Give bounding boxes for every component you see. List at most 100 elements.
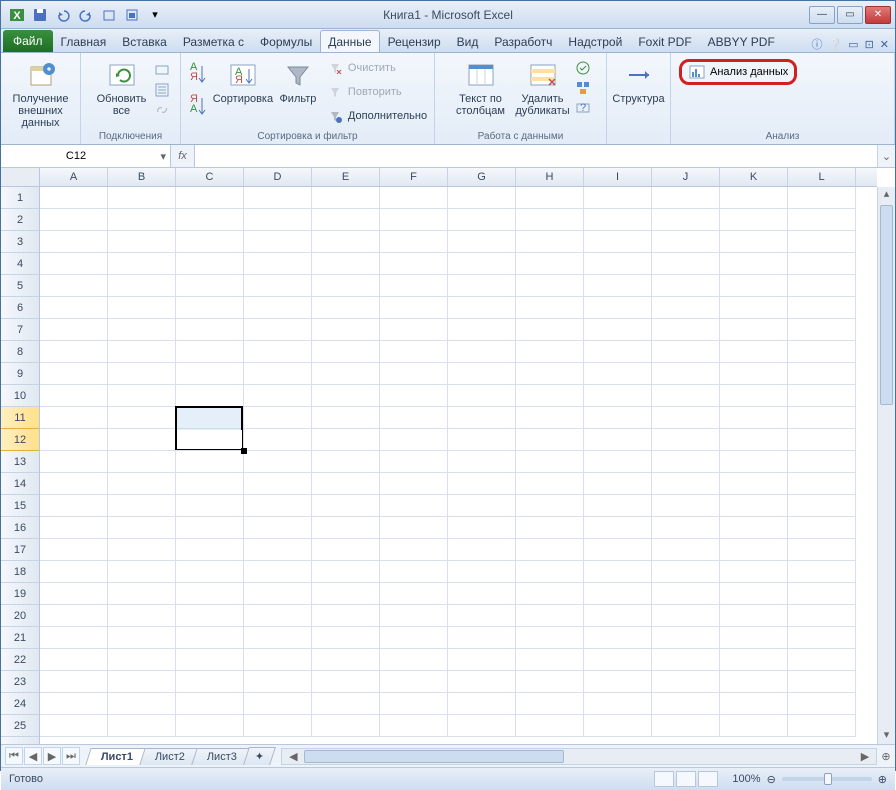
cell[interactable] <box>244 715 312 737</box>
cell[interactable] <box>312 539 380 561</box>
cell[interactable] <box>176 253 244 275</box>
cell[interactable] <box>176 363 244 385</box>
qat-btn-2[interactable] <box>122 5 142 25</box>
cell[interactable] <box>448 187 516 209</box>
cell[interactable] <box>584 605 652 627</box>
cell[interactable] <box>40 407 108 429</box>
doc-close-icon[interactable]: ✕ <box>880 38 889 51</box>
save-icon[interactable] <box>30 5 50 25</box>
cell[interactable] <box>380 341 448 363</box>
fill-handle[interactable] <box>241 448 247 454</box>
properties-icon[interactable] <box>153 81 171 99</box>
refresh-all-button[interactable]: Обновить все <box>91 55 153 127</box>
cell[interactable] <box>652 297 720 319</box>
cell[interactable] <box>40 495 108 517</box>
cell[interactable] <box>584 583 652 605</box>
sheet-nav-first-icon[interactable]: ⏮ <box>5 747 23 765</box>
sort-az-icon[interactable]: AЯ <box>184 59 212 89</box>
cell[interactable] <box>40 517 108 539</box>
zoom-in-button[interactable]: ⊕ <box>878 773 887 786</box>
cell[interactable] <box>448 297 516 319</box>
ribbon-tab-вид[interactable]: Вид <box>449 30 487 52</box>
column-header-I[interactable]: I <box>584 168 652 186</box>
ribbon-tab-надстрой[interactable]: Надстрой <box>560 30 630 52</box>
horizontal-scrollbar[interactable]: ◀ ▶ <box>281 748 877 765</box>
cell[interactable] <box>244 297 312 319</box>
cell[interactable] <box>40 693 108 715</box>
cell[interactable] <box>788 605 856 627</box>
cell[interactable] <box>380 627 448 649</box>
cell[interactable] <box>516 517 584 539</box>
cell[interactable] <box>244 209 312 231</box>
cell[interactable] <box>108 275 176 297</box>
cell[interactable] <box>380 231 448 253</box>
cell[interactable] <box>244 407 312 429</box>
cell[interactable] <box>244 517 312 539</box>
cell[interactable] <box>176 473 244 495</box>
cell[interactable] <box>108 407 176 429</box>
cell[interactable] <box>652 715 720 737</box>
cell[interactable] <box>788 385 856 407</box>
cell[interactable] <box>788 539 856 561</box>
cell[interactable] <box>652 407 720 429</box>
cell[interactable] <box>312 231 380 253</box>
cell[interactable] <box>720 231 788 253</box>
cell[interactable] <box>40 627 108 649</box>
row-header-11[interactable]: 11 <box>1 407 39 429</box>
cell[interactable] <box>652 385 720 407</box>
cell[interactable] <box>108 297 176 319</box>
cell[interactable] <box>312 561 380 583</box>
cell[interactable] <box>720 253 788 275</box>
undo-icon[interactable] <box>53 5 73 25</box>
zoom-out-button[interactable]: ⊖ <box>767 773 776 786</box>
row-header-22[interactable]: 22 <box>1 649 39 671</box>
row-header-23[interactable]: 23 <box>1 671 39 693</box>
cell[interactable] <box>448 253 516 275</box>
cell[interactable] <box>108 253 176 275</box>
cell[interactable] <box>108 495 176 517</box>
hscroll-right-end-icon[interactable]: ⊕ <box>877 750 895 763</box>
cell[interactable] <box>40 561 108 583</box>
cell[interactable] <box>176 319 244 341</box>
cell[interactable] <box>380 319 448 341</box>
cell[interactable] <box>584 451 652 473</box>
row-header-7[interactable]: 7 <box>1 319 39 341</box>
cell[interactable] <box>244 583 312 605</box>
cell[interactable] <box>516 649 584 671</box>
cell[interactable] <box>176 671 244 693</box>
cell[interactable] <box>244 693 312 715</box>
cell[interactable] <box>380 385 448 407</box>
cell[interactable] <box>448 561 516 583</box>
cell[interactable] <box>720 583 788 605</box>
cell[interactable] <box>40 539 108 561</box>
cell[interactable] <box>40 385 108 407</box>
cell[interactable] <box>720 649 788 671</box>
cell[interactable] <box>312 429 380 451</box>
cell[interactable] <box>108 385 176 407</box>
cell[interactable] <box>720 561 788 583</box>
ribbon-tab-foxit pdf[interactable]: Foxit PDF <box>630 30 699 52</box>
cell[interactable] <box>176 627 244 649</box>
cell[interactable] <box>380 451 448 473</box>
cell[interactable] <box>176 649 244 671</box>
cell[interactable] <box>312 253 380 275</box>
cell[interactable] <box>40 451 108 473</box>
cell[interactable] <box>584 341 652 363</box>
cell[interactable] <box>244 385 312 407</box>
cell[interactable] <box>448 319 516 341</box>
minimize-button[interactable]: — <box>809 6 835 24</box>
cell[interactable] <box>584 231 652 253</box>
cell[interactable] <box>720 275 788 297</box>
cell[interactable] <box>720 209 788 231</box>
cell[interactable] <box>720 693 788 715</box>
cell[interactable] <box>312 605 380 627</box>
cell[interactable] <box>652 253 720 275</box>
cell[interactable] <box>788 583 856 605</box>
advanced-filter-button[interactable]: Дополнительно <box>322 105 431 127</box>
cell[interactable] <box>312 473 380 495</box>
cell[interactable] <box>652 451 720 473</box>
cell[interactable] <box>516 451 584 473</box>
cell[interactable] <box>516 209 584 231</box>
cell[interactable] <box>516 605 584 627</box>
cell[interactable] <box>720 715 788 737</box>
